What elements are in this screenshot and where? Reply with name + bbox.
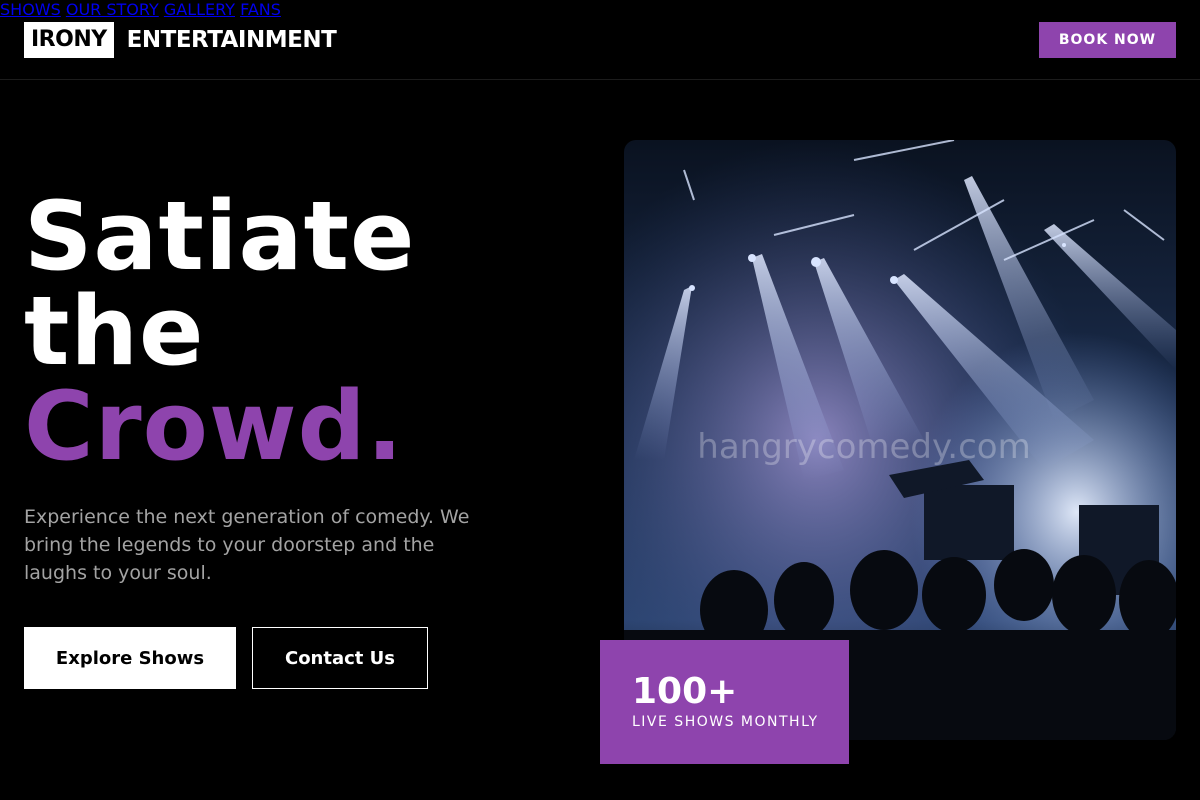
logo-text: ENTERTAINMENT [126,27,337,53]
hero-headline: Satiate the Crowd. [24,190,415,475]
logo-box: IRONY [24,22,114,58]
main-nav: SHOWS OUR STORY GALLERY FANS [0,0,1200,19]
nav-our-story[interactable]: OUR STORY [66,0,159,19]
headline-line-2: the [24,277,205,387]
photo-watermark: hangrycomedy.com [697,427,1030,467]
nav-shows[interactable]: SHOWS [0,0,61,19]
headline-line-1: Satiate [24,182,416,292]
book-now-button[interactable]: BOOK NOW [1039,22,1176,58]
nav-gallery[interactable]: GALLERY [164,0,235,19]
nav-fans[interactable]: FANS [240,0,281,19]
contact-us-button[interactable]: Contact Us [252,627,428,689]
site-header: IRONY ENTERTAINMENT SHOWS OUR STORY GALL… [0,0,1200,80]
hero-description: Experience the next generation of comedy… [24,506,470,584]
stat-number: 100+ [632,671,738,712]
stat-label: LIVE SHOWS MONTHLY [632,714,819,730]
stat-card: 100+ LIVE SHOWS MONTHLY [600,640,849,764]
headline-line-3: Crowd. [24,372,404,482]
explore-shows-button[interactable]: Explore Shows [24,627,236,689]
brand-logo[interactable]: IRONY ENTERTAINMENT [24,22,337,58]
